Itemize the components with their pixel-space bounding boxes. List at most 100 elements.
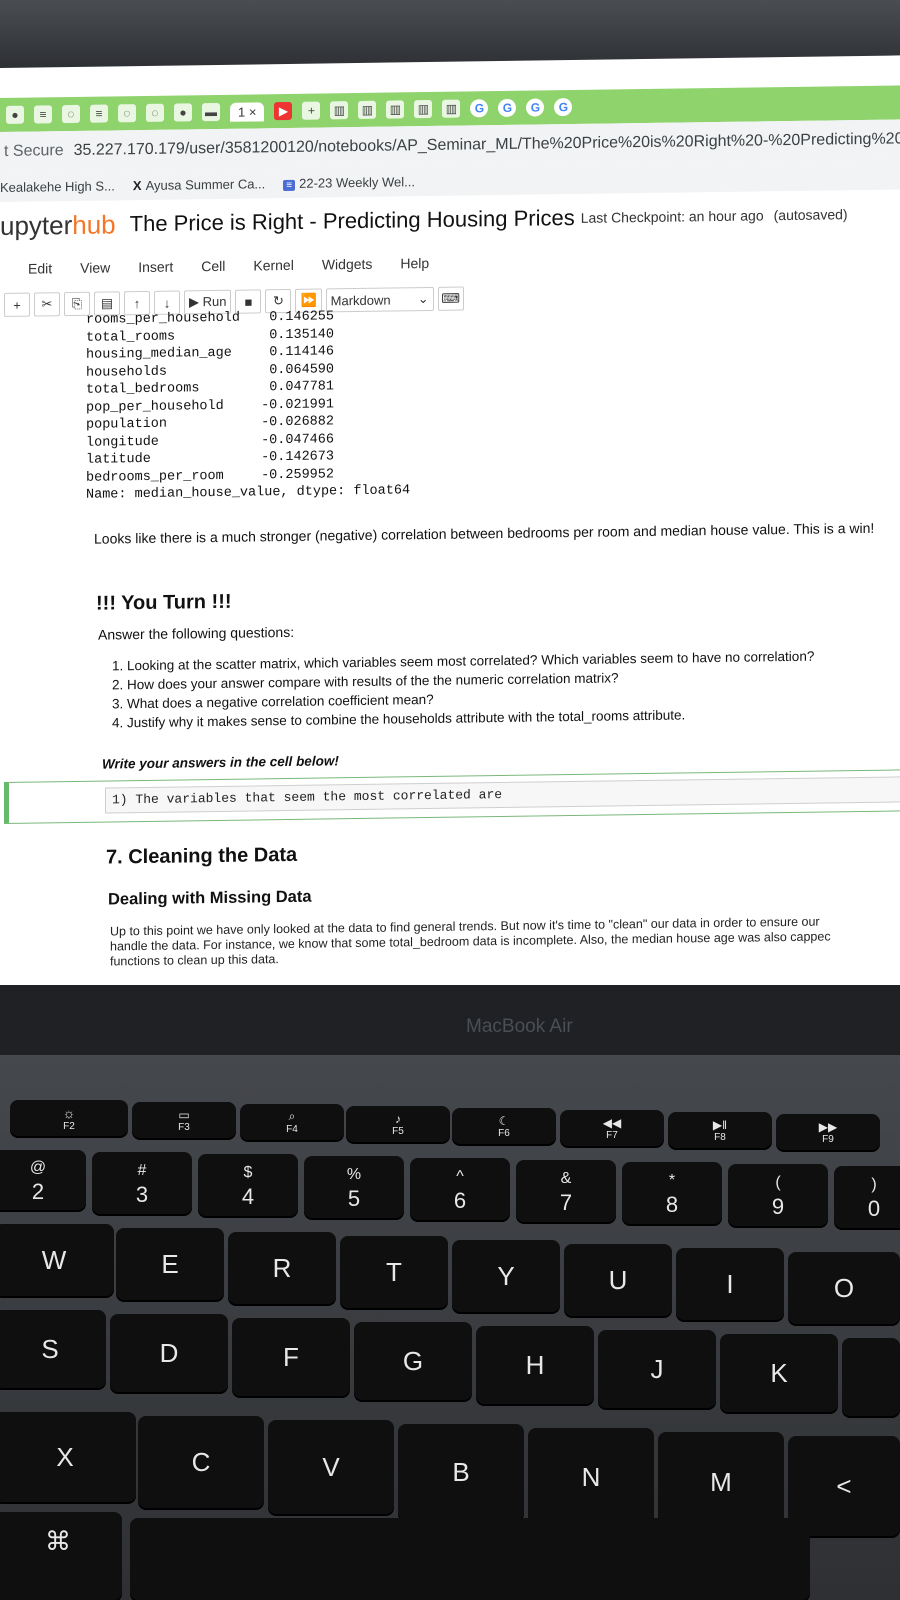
cut-scissors-icon[interactable]: ✂ (34, 292, 60, 317)
tab-favicon-user-icon[interactable]: ● (174, 103, 192, 122)
bookmark-label: 22-23 Weekly Wel... (299, 173, 415, 191)
output-row-value: 0.146255 (269, 309, 334, 326)
tab-active[interactable]: 1 × (230, 101, 265, 122)
key-0[interactable]: ) 0 (834, 1166, 900, 1228)
url-text[interactable]: 35.227.170.179/user/3581200120/notebooks… (74, 130, 900, 160)
x-favicon-icon: X (132, 177, 142, 193)
tab-favicon-book-icon[interactable]: ▥ (414, 99, 433, 119)
security-indicator[interactable]: t Secure (4, 142, 64, 161)
notebook-title[interactable]: The Price is Right - Predicting Housing … (130, 205, 575, 237)
bookmark-item[interactable]: X Ayusa Summer Ca... (133, 176, 265, 193)
google-favicon-icon[interactable]: G (470, 99, 489, 118)
output-row-value: -0.026882 (261, 414, 334, 431)
key-8[interactable]: * 8 (622, 1162, 722, 1224)
key-f[interactable]: F (232, 1318, 350, 1396)
google-favicon-icon[interactable]: G (498, 98, 517, 118)
key-u[interactable]: U (564, 1244, 672, 1316)
tab-favicon-link-icon[interactable]: ◌ (118, 104, 136, 123)
space-bar[interactable] (130, 1518, 810, 1600)
key-shift-label: @ (29, 1159, 47, 1176)
checkpoint-status: Last Checkpoint: an hour ago (580, 207, 764, 226)
f5-key[interactable]: ♪ F5 (346, 1106, 450, 1142)
key-shift-label: # (137, 1162, 147, 1179)
key-w[interactable]: W (0, 1224, 114, 1296)
list-favicon-icon: ≡ (283, 179, 296, 191)
youtube-favicon-icon[interactable]: ▶ (274, 101, 293, 121)
menu-widgets[interactable]: Widgets (322, 256, 373, 273)
key-2[interactable]: @2 (0, 1150, 86, 1210)
tab-favicon-doc-icon[interactable]: ≡ (34, 105, 52, 124)
output-row-value: -0.259952 (261, 466, 334, 483)
menu-cell[interactable]: Cell (201, 258, 225, 274)
key-label: 9 (771, 1194, 785, 1219)
f9-key[interactable]: ▶▶ F9 (776, 1114, 880, 1150)
f7-key[interactable]: ◀◀ F7 (560, 1110, 664, 1146)
key-h[interactable]: H (476, 1326, 594, 1404)
f6-key[interactable]: ☾ F6 (452, 1108, 556, 1144)
tab-favicon-doc-icon[interactable]: ≡ (90, 104, 108, 123)
menu-edit[interactable]: Edit (28, 260, 52, 276)
tab-favicon-link-icon[interactable]: ◌ (62, 104, 80, 124)
google-favicon-icon[interactable]: G (526, 98, 545, 117)
tab-favicon-book-icon[interactable]: ▥ (442, 99, 461, 118)
tab-favicon-orange-icon[interactable]: ▬ (202, 102, 220, 122)
key-g[interactable]: G (354, 1322, 472, 1400)
jupyterhub-logo[interactable]: upyterhub (0, 209, 116, 242)
key-n[interactable]: N (528, 1428, 654, 1526)
key-e[interactable]: E (116, 1228, 224, 1300)
key-3[interactable]: #3 (92, 1152, 192, 1214)
key-b[interactable]: B (398, 1424, 524, 1520)
keyboard-icon[interactable]: ⌨ (437, 286, 464, 311)
key-s[interactable]: S (0, 1310, 106, 1388)
microphone-icon: ♪ (395, 1111, 401, 1126)
key-4[interactable]: $4 (198, 1154, 298, 1216)
google-favicon-icon[interactable]: G (554, 98, 573, 117)
key-r[interactable]: R (228, 1232, 336, 1304)
tab-favicon-book-icon[interactable]: ▥ (386, 100, 405, 119)
f3-key[interactable]: ▭ F3 (132, 1102, 236, 1138)
key-c[interactable]: C (138, 1416, 264, 1508)
bookmark-item[interactable]: Kealakehe High S... (0, 178, 115, 195)
key-d[interactable]: D (110, 1314, 228, 1392)
command-key[interactable]: ⌘ (0, 1512, 122, 1600)
menu-help[interactable]: Help (400, 255, 429, 271)
key-m[interactable]: M (658, 1432, 784, 1532)
f8-key[interactable]: ▶‖ F8 (668, 1112, 772, 1148)
tab-favicon-book-icon[interactable]: ▥ (330, 101, 349, 120)
tab-favicon-book-icon[interactable]: ▥ (358, 100, 377, 119)
bottom-bezel (0, 985, 900, 1055)
key-y[interactable]: Y (452, 1240, 560, 1312)
your-turn-heading: !!! You Turn !!! (96, 590, 232, 615)
key-6[interactable]: ^ 6 (410, 1158, 510, 1220)
f2-key[interactable]: ☼ F2 (10, 1100, 128, 1136)
menu-kernel[interactable]: Kernel (253, 257, 293, 274)
key-v[interactable]: V (268, 1420, 394, 1514)
active-code-cell[interactable]: 1) The variables that seem the most corr… (4, 769, 900, 824)
key-t[interactable]: T (340, 1236, 448, 1308)
tab-favicon-user-icon[interactable]: ● (6, 105, 24, 124)
bookmark-item[interactable]: ≡ 22-23 Weekly Wel... (283, 174, 415, 191)
menu-insert[interactable]: Insert (138, 259, 173, 275)
key-5[interactable]: % 5 (304, 1156, 404, 1218)
key-i[interactable]: I (676, 1248, 784, 1320)
tab-favicon-link-icon[interactable]: ◌ (146, 103, 164, 122)
key-x[interactable]: X (0, 1412, 136, 1502)
key-7[interactable]: & 7 (516, 1160, 616, 1222)
cell-type-value: Markdown (330, 292, 391, 308)
new-tab-plus-icon[interactable]: + (302, 101, 321, 120)
key-l[interactable] (842, 1338, 900, 1416)
key-j[interactable]: J (598, 1330, 716, 1408)
insert-cell-plus-icon[interactable]: + (4, 292, 30, 317)
play-pause-icon: ▶‖ (712, 1117, 728, 1132)
cell-editor[interactable]: 1) The variables that seem the most corr… (105, 776, 900, 814)
answer-prompt: Answer the following questions: (98, 623, 295, 643)
key-label: F2 (63, 1120, 75, 1132)
menu-view[interactable]: View (80, 259, 110, 275)
key-shift-label: % (346, 1166, 362, 1183)
output-row-value: 0.047781 (269, 379, 334, 396)
f4-key[interactable]: ⌕ F4 (240, 1104, 344, 1140)
key-k[interactable]: K (720, 1334, 838, 1412)
key-o[interactable]: O (788, 1252, 900, 1324)
key-9[interactable]: (9 (728, 1164, 828, 1226)
section-heading: 7. Cleaning the Data (106, 843, 298, 869)
